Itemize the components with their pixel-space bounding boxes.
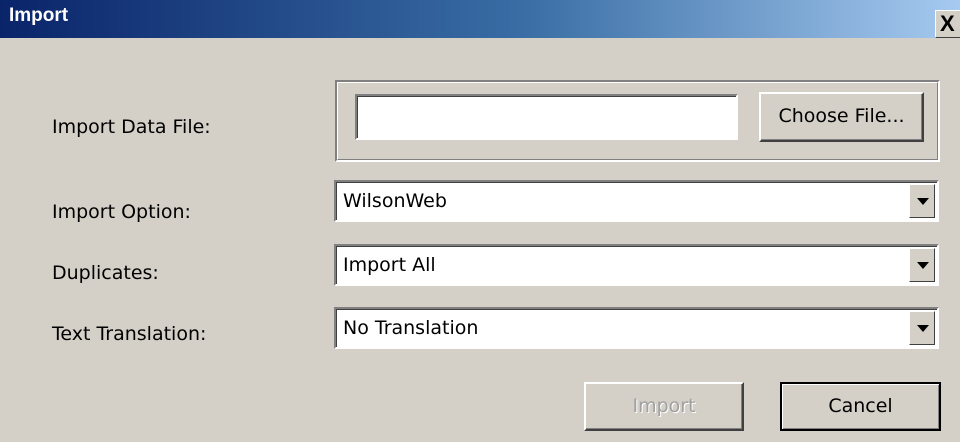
close-button[interactable]: X <box>935 10 960 38</box>
text-translation-value: No Translation <box>343 317 479 339</box>
text-translation-select[interactable]: No Translation <box>334 307 939 349</box>
close-icon: X <box>940 11 955 36</box>
duplicates-value: Import All <box>343 254 436 276</box>
cancel-button[interactable]: Cancel <box>780 382 941 431</box>
choose-file-button[interactable]: Choose File... <box>759 92 924 142</box>
chevron-down-icon[interactable] <box>909 311 935 345</box>
duplicates-label: Duplicates: <box>52 262 159 284</box>
import-option-label: Import Option: <box>52 201 191 223</box>
text-translation-label: Text Translation: <box>52 323 207 345</box>
import-option-select[interactable]: WilsonWeb <box>334 180 939 222</box>
window-title: Import <box>9 5 69 26</box>
import-data-file-label: Import Data File: <box>52 116 211 138</box>
import-option-value: WilsonWeb <box>343 190 447 212</box>
duplicates-select[interactable]: Import All <box>334 244 939 286</box>
title-bar: Import X <box>0 0 960 38</box>
chevron-down-icon[interactable] <box>909 184 935 218</box>
import-data-file-input[interactable] <box>355 94 738 140</box>
import-button[interactable]: Import <box>584 382 744 431</box>
chevron-down-icon[interactable] <box>909 248 935 282</box>
